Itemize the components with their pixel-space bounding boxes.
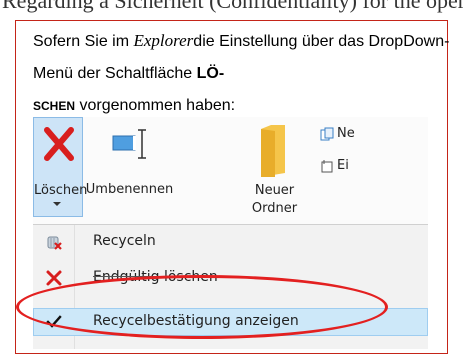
chevron-down-icon[interactable]: [53, 202, 61, 206]
new-folder-button[interactable]: Neuer Ordner: [247, 117, 302, 217]
new-item-label: Ne: [337, 126, 355, 141]
button-name-part2: SCHEN: [33, 99, 76, 113]
cropped-header-text: Regarding a Sicherheit (Confidentiality)…: [2, 0, 464, 13]
menu-item-delete-permanently[interactable]: Endgültig löschen: [33, 264, 428, 292]
menu-item-recycle[interactable]: Recyceln: [33, 228, 428, 256]
delete-x-icon: [44, 127, 74, 161]
menu-item-show-recycle-confirmation-label: Recycelbestätigung anzeigen: [93, 313, 299, 329]
button-name-part1: LÖ-: [196, 65, 225, 82]
ribbon-organize-group: Löschen Umbenennen Neuer Ordner Ne Ei: [33, 117, 428, 224]
para-before: Sofern Sie im: [33, 33, 134, 50]
new-folder-label-line2: Ordner: [251, 201, 298, 216]
delete-button-label: Löschen: [34, 183, 88, 198]
easy-access-button[interactable]: Ei: [320, 158, 349, 173]
checkmark-icon: [46, 315, 62, 328]
new-item-icon: [320, 127, 334, 140]
menu-item-recycle-label: Recyceln: [93, 233, 156, 249]
explorer-screenshot: Löschen Umbenennen Neuer Ordner Ne Ei Re…: [33, 117, 428, 349]
new-item-button[interactable]: Ne: [320, 126, 355, 141]
new-folder-label-line1: Neuer: [254, 183, 295, 198]
easy-access-icon: [321, 159, 333, 172]
rename-icon: [112, 129, 146, 159]
folder-icon: [261, 125, 285, 177]
delete-button[interactable]: Löschen: [33, 117, 88, 217]
rename-button-label: Umbenennen: [85, 182, 174, 197]
red-x-icon: [46, 270, 62, 286]
instruction-paragraph: Sofern Sie im Explorerdie Einstellung üb…: [33, 25, 453, 122]
rename-button[interactable]: Umbenennen: [83, 117, 176, 217]
new-folder-label: Neuer Ordner: [247, 182, 302, 218]
menu-item-show-recycle-confirmation[interactable]: Recycelbestätigung anzeigen: [33, 308, 428, 336]
easy-access-label: Ei: [337, 158, 349, 173]
recycle-bin-icon: [47, 236, 62, 250]
para-after: vorgenommen haben:: [75, 97, 236, 114]
top-cropped-text: Regarding a Sicherheit (Confidentiality)…: [0, 0, 464, 18]
explorer-term: Explorer: [133, 31, 194, 50]
delete-dropdown-menu: Recyceln Endgültig löschen Recycelbestät…: [33, 224, 428, 349]
menu-item-delete-permanently-label: Endgültig löschen: [93, 269, 218, 285]
